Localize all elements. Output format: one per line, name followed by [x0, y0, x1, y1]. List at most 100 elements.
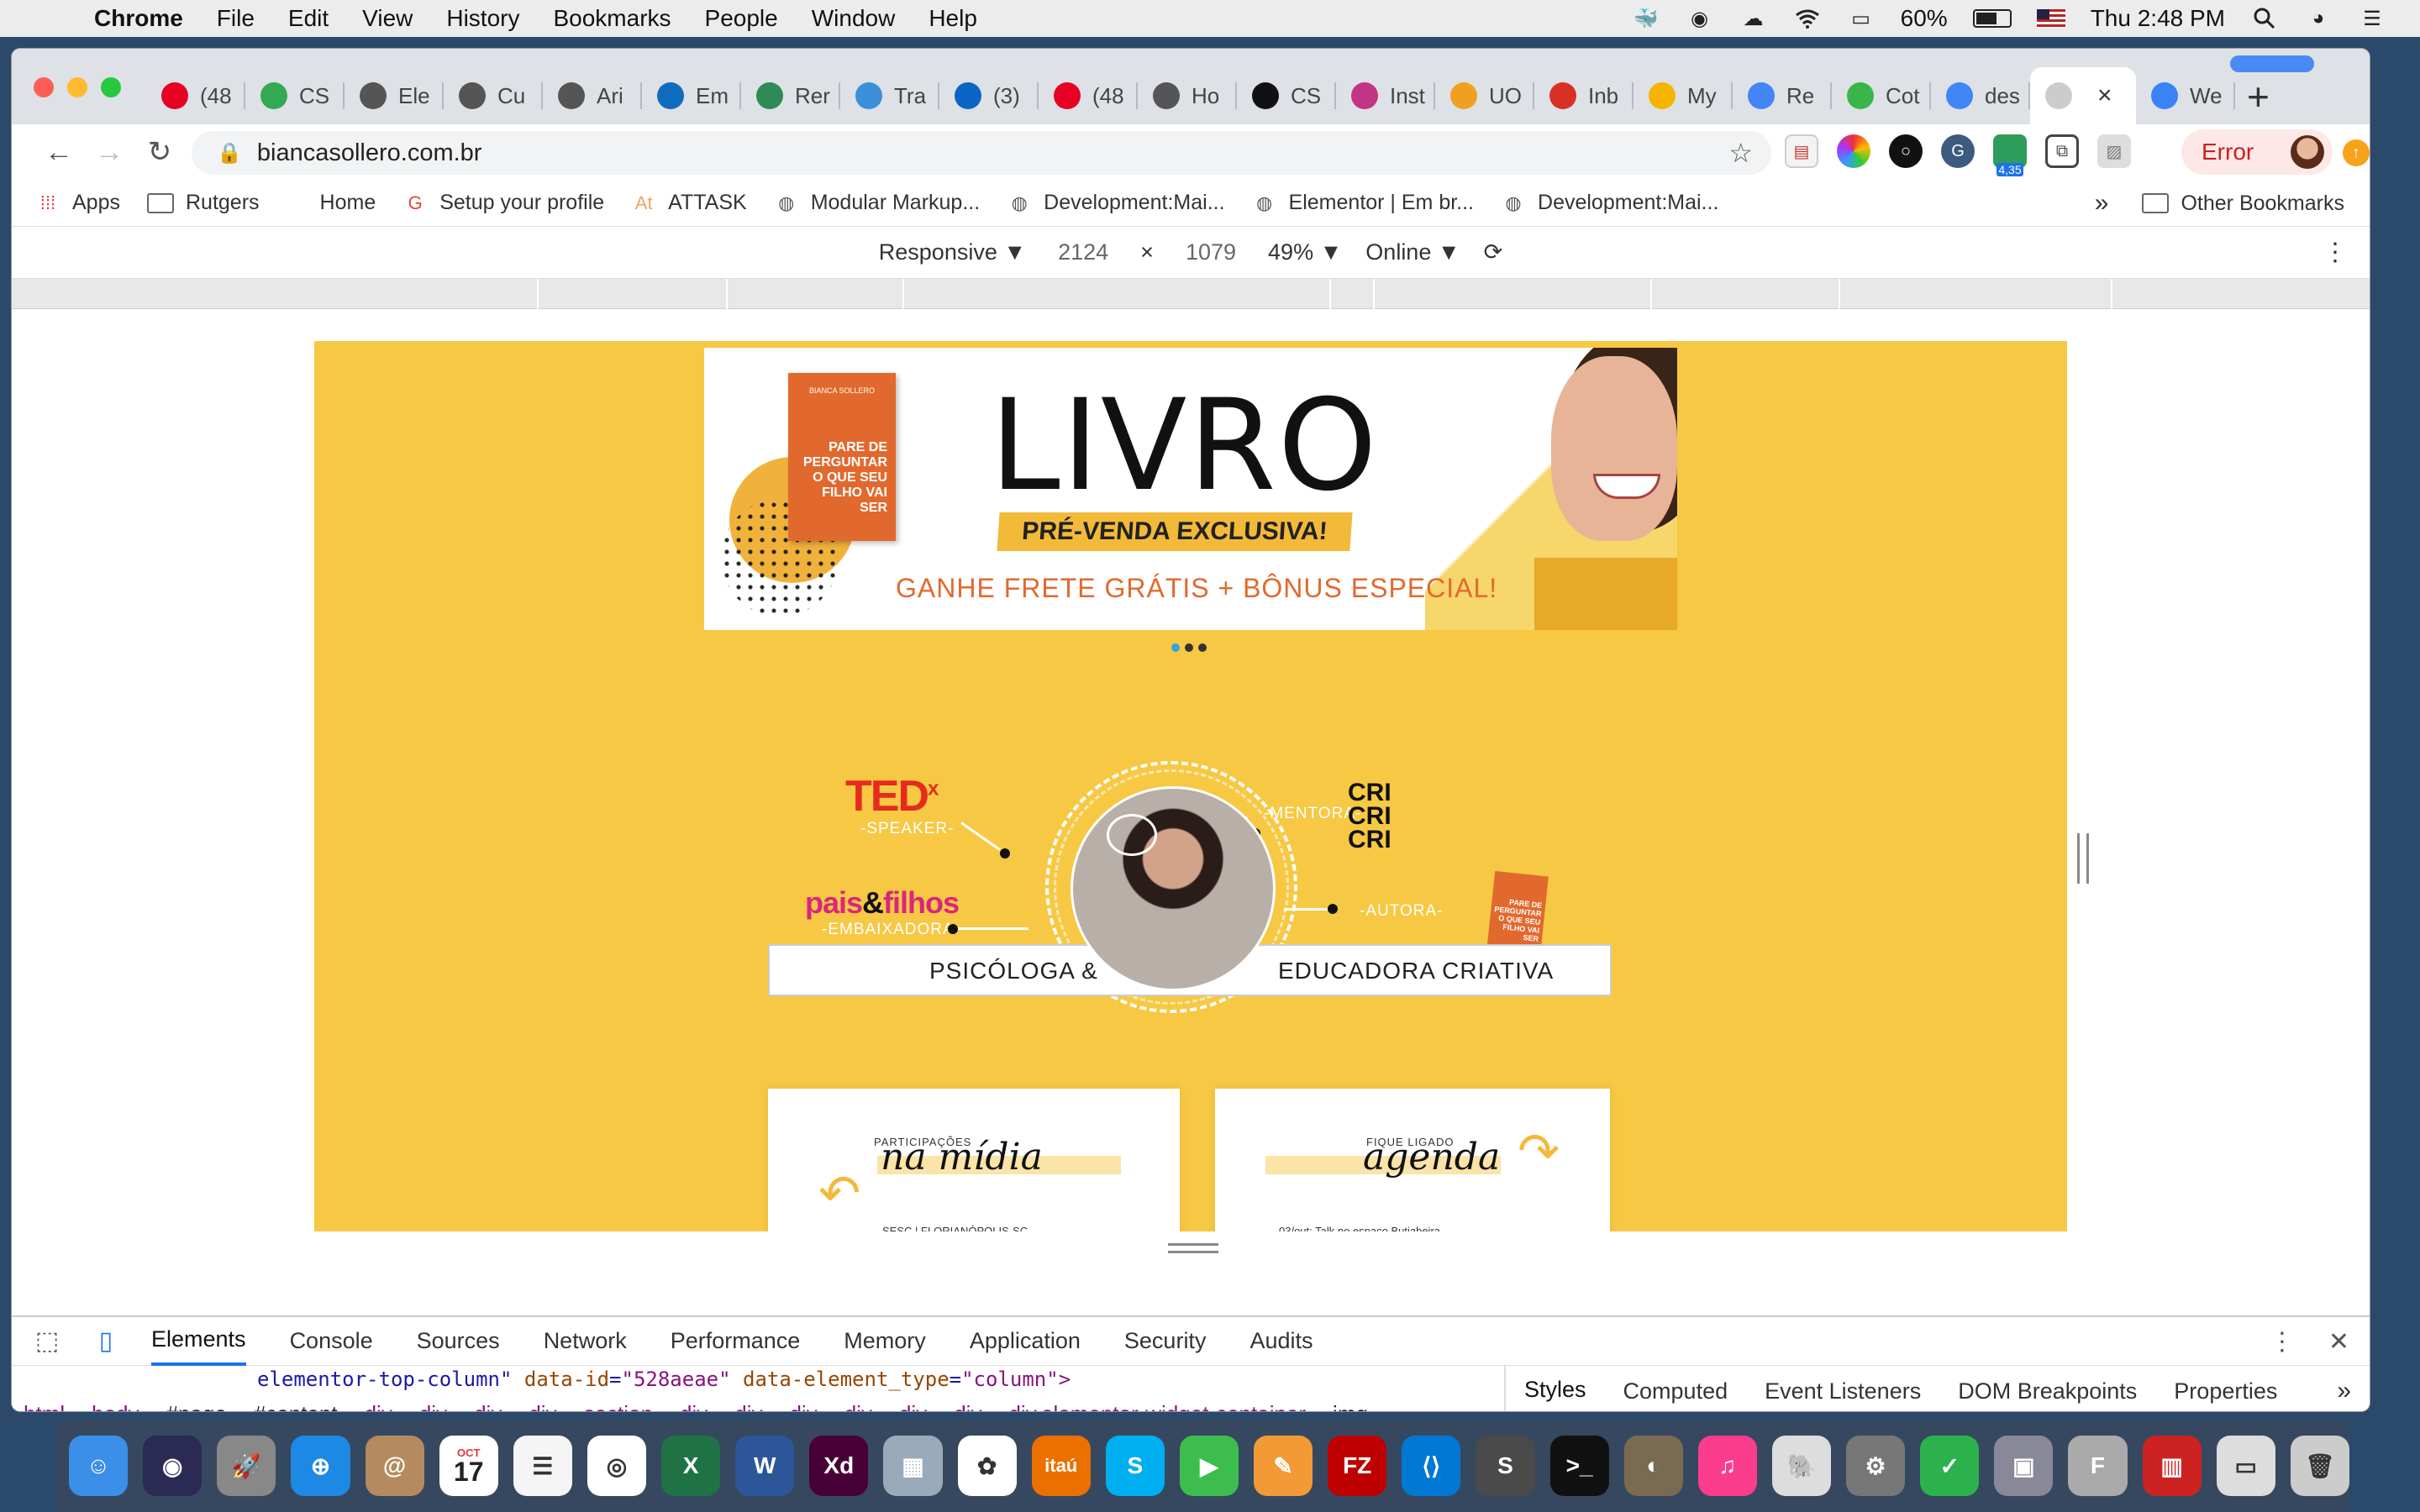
wifi-icon[interactable] [1793, 6, 1822, 31]
docker-icon[interactable]: 🐳 [1632, 6, 1660, 31]
xd-icon[interactable]: Xd [809, 1436, 869, 1496]
calendar-extension-icon[interactable]: ▤ [1785, 134, 1818, 168]
dom-breadcrumb-item[interactable]: div [529, 1401, 556, 1411]
browser-tab[interactable]: Ele [345, 67, 444, 124]
chrome-window-icon[interactable]: ▭ [2216, 1436, 2275, 1496]
feedly-icon[interactable]: ✓ [1920, 1436, 1980, 1496]
dom-breadcrumb-item[interactable]: div [844, 1401, 872, 1411]
devtools-tab-security[interactable]: Security [1124, 1317, 1207, 1366]
vscode-icon[interactable]: ⟨⟩ [1402, 1436, 1461, 1496]
browser-tab[interactable]: des [1931, 67, 2030, 124]
battery-icon[interactable] [1972, 9, 2012, 28]
siri-icon[interactable]: ◕ [2304, 6, 2333, 31]
dom-breadcrumb-item[interactable]: div [899, 1401, 927, 1411]
menu-file[interactable]: File [217, 5, 255, 32]
forward-button[interactable]: → [84, 136, 134, 169]
bookmark-item[interactable]: Home [320, 191, 376, 215]
reload-button[interactable]: ↻ [134, 135, 185, 169]
devtools-tab-elements[interactable]: Elements [151, 1317, 246, 1366]
word-icon[interactable]: W [735, 1436, 795, 1496]
app-menu-chrome[interactable]: Chrome [94, 5, 183, 32]
dom-breadcrumb-item[interactable]: img [1333, 1401, 1368, 1411]
ghostery-extension-icon[interactable]: G [1941, 134, 1975, 168]
bookmark-item[interactable]: ◍ Elementor | Em br... [1252, 191, 1474, 216]
viewport-resize-handle-bottom[interactable] [1168, 1243, 1218, 1253]
calendar-icon[interactable]: OCT 17 [439, 1436, 498, 1496]
browser-tab[interactable]: Cu [444, 67, 543, 124]
update-available-icon[interactable]: ↑ [2343, 139, 2370, 166]
finder-icon[interactable]: ☺ [69, 1436, 129, 1496]
browser-tab[interactable]: Ari [543, 67, 642, 124]
carousel-dot-2[interactable] [1185, 643, 1193, 652]
devtools-tab-network[interactable]: Network [544, 1317, 627, 1366]
dom-breadcrumb-item[interactable]: html [24, 1401, 65, 1411]
menu-window[interactable]: Window [812, 5, 896, 32]
browser-tab[interactable]: Re [1733, 67, 1832, 124]
contacts-icon[interactable]: @ [365, 1436, 424, 1496]
url-text[interactable]: biancasollero.com.br [257, 139, 482, 167]
rotate-icon[interactable]: ⟳ [1484, 239, 1503, 265]
reminders-icon[interactable]: ☰ [513, 1436, 572, 1496]
menu-help[interactable]: Help [929, 5, 977, 32]
bookmark-item[interactable]: ◍ Modular Markup... [774, 191, 980, 216]
devtools-tab-memory[interactable]: Memory [844, 1317, 926, 1366]
carousel-dot-1[interactable] [1171, 643, 1180, 652]
agenda-first-item[interactable]: 03/out: Talk no espaço Butiabeira [1279, 1225, 1440, 1231]
browser-tab[interactable]: Ho [1138, 67, 1237, 124]
browser-tab[interactable]: Rer [741, 67, 840, 124]
close-tab-icon[interactable]: × [2097, 81, 2112, 110]
dom-breadcrumb-item[interactable]: div [474, 1401, 502, 1411]
device-toggle-icon[interactable]: ▯ [82, 1325, 129, 1358]
browser-tab[interactable]: Inb [1534, 67, 1634, 124]
styles-tab-properties[interactable]: Properties [2174, 1366, 2277, 1411]
styles-tab-styles[interactable]: Styles [1524, 1366, 1586, 1411]
circle-extension-icon[interactable]: ○ [1889, 134, 1923, 168]
viewport-resize-handle-right[interactable] [2077, 833, 2089, 884]
itunes-icon[interactable]: ♫ [1697, 1436, 1757, 1496]
dom-breadcrumb-item[interactable]: section [584, 1401, 653, 1411]
bookmark-item[interactable]: ◍ Development:Mai... [1501, 191, 1718, 216]
menu-history[interactable]: History [446, 5, 519, 32]
address-bar[interactable]: 🔒 biancasollero.com.br ☆ [192, 131, 1771, 175]
dom-code-line[interactable]: elementor-top-column" data-id="528aeae" … [257, 1368, 1071, 1391]
browser-tab[interactable]: Cot [1832, 67, 1931, 124]
us-flag-input-icon[interactable] [2036, 9, 2065, 28]
browser-tab[interactable]: Tra [840, 67, 939, 124]
filezilla-icon[interactable]: FZ [1328, 1436, 1387, 1496]
other-bookmarks-folder[interactable]: Other Bookmarks [2181, 192, 2344, 216]
new-tab-button[interactable]: + [2247, 74, 2270, 119]
devtools-tab-application[interactable]: Application [970, 1317, 1081, 1366]
browser-tab[interactable]: Em [642, 67, 741, 124]
chrome-icon[interactable]: ◎ [587, 1436, 646, 1496]
bookmark-item[interactable]: ◍ Development:Mai... [1007, 191, 1225, 216]
trash-icon[interactable]: 🗑 [2290, 1436, 2349, 1496]
browser-tab[interactable]: CS [245, 67, 345, 124]
device-mode-dropdown[interactable]: Responsive ▼ [879, 239, 1026, 265]
dom-breadcrumb-item[interactable]: div [954, 1401, 981, 1411]
image-extension-icon[interactable]: ▨ [2097, 134, 2131, 168]
skype-icon[interactable]: S [1105, 1436, 1165, 1496]
devtools-tab-sources[interactable]: Sources [417, 1317, 500, 1366]
menu-view[interactable]: View [362, 5, 413, 32]
pages-icon[interactable]: ✎ [1254, 1436, 1313, 1496]
spotlight-search-icon[interactable] [2250, 6, 2279, 31]
agenda-card[interactable]: FIQUE LIGADO agenda ↷ 03/out: Talk no es… [1215, 1089, 1610, 1231]
more-tabs-icon[interactable]: » [2337, 1366, 2351, 1411]
browser-tab[interactable]: × [2030, 67, 2136, 124]
styles-tab-computed[interactable]: Computed [1623, 1366, 1728, 1411]
browser-tab[interactable]: We [2136, 67, 2235, 124]
menubar-clock[interactable]: Thu 2:48 PM [2091, 5, 2225, 32]
lock-icon[interactable]: 🔒 [217, 141, 242, 165]
creative-cloud-icon[interactable]: ☁ [1739, 6, 1768, 31]
sublime-icon[interactable]: S [1476, 1436, 1535, 1496]
menu-bookmarks[interactable]: Bookmarks [553, 5, 671, 32]
notification-center-icon[interactable]: ☰ [2358, 6, 2386, 31]
evernote-extension-icon[interactable]: 4,35 [1993, 134, 2027, 176]
dom-breadcrumb-item[interactable]: div.elementor-widget-container [1008, 1401, 1306, 1411]
screenshot-extension-icon[interactable]: ⧉ [2045, 134, 2079, 168]
inspect-element-icon[interactable]: ⬚ [24, 1325, 71, 1358]
system-prefs-icon[interactable]: ⚙ [1846, 1436, 1906, 1496]
network-throttle-dropdown[interactable]: Online ▼ [1365, 239, 1460, 265]
dom-breadcrumb-item[interactable]: div [680, 1401, 708, 1411]
dom-breadcrumb-item[interactable]: body [92, 1401, 139, 1411]
